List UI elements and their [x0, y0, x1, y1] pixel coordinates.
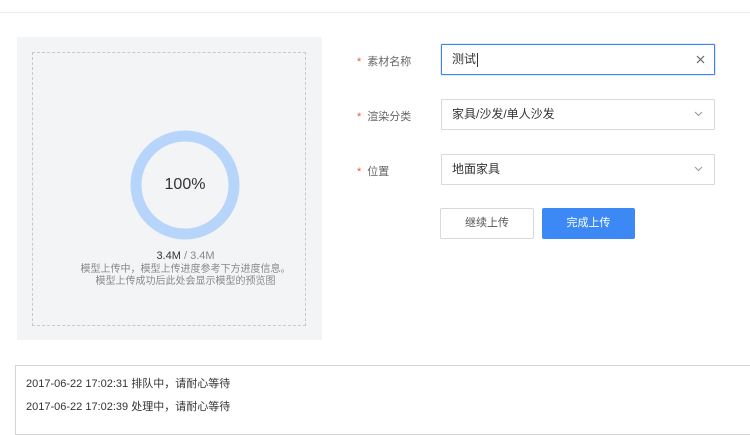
required-mark: * [357, 56, 362, 68]
finish-upload-button[interactable]: 完成上传 [542, 208, 635, 239]
position-select[interactable]: 地面家具 [441, 154, 715, 185]
chevron-down-icon [694, 111, 703, 117]
category-field-label: * 渲染分类 [357, 108, 411, 124]
name-field-label: * 素材名称 [357, 53, 411, 69]
log-line: 2017-06-22 17:02:31 排队中，请耐心等待 [26, 378, 231, 390]
close-icon[interactable] [695, 54, 706, 65]
upload-log-panel[interactable]: 2017-06-22 17:02:31 排队中，请耐心等待 2017-06-22… [15, 365, 750, 435]
category-select-value: 家具/沙发/单人沙发 [452, 107, 555, 121]
size-separator: / [183, 250, 188, 262]
position-select-value: 地面家具 [452, 162, 501, 176]
text-caret [477, 52, 479, 67]
name-input[interactable]: 测试 [452, 45, 682, 74]
upload-drop-area: 100% 3.4M / 3.4M 模型上传中，模型上传进度参考下方进度信息。 模… [32, 52, 306, 326]
chevron-down-icon [694, 166, 703, 172]
log-line: 2017-06-22 17:02:39 处理中，请耐心等待 [26, 401, 231, 413]
upload-hint: 模型上传中，模型上传进度参考下方进度信息。 模型上传成功后此处会显示模型的预览图 [33, 264, 338, 288]
required-mark: * [357, 166, 362, 178]
name-label-text: 素材名称 [367, 56, 412, 68]
required-mark: * [357, 111, 362, 123]
progress-percent: 100% [164, 176, 206, 193]
uploaded-size: 3.4M [156, 250, 181, 262]
upload-hint-line2: 模型上传成功后此处会显示模型的预览图 [95, 276, 276, 287]
name-input-value: 测试 [452, 52, 477, 66]
position-field-label: * 位置 [357, 163, 389, 179]
total-size: 3.4M [190, 250, 215, 262]
category-label-text: 渲染分类 [367, 111, 412, 123]
name-field[interactable]: 测试 [441, 44, 715, 75]
upload-hint-line1: 模型上传中，模型上传进度参考下方进度信息。 [80, 264, 291, 275]
upload-size: 3.4M / 3.4M [33, 250, 338, 262]
position-label-text: 位置 [367, 166, 390, 178]
category-select[interactable]: 家具/沙发/单人沙发 [441, 99, 715, 130]
top-divider [0, 12, 750, 13]
upload-preview-panel: 100% 3.4M / 3.4M 模型上传中，模型上传进度参考下方进度信息。 模… [17, 37, 322, 340]
continue-upload-button[interactable]: 继续上传 [440, 208, 534, 239]
